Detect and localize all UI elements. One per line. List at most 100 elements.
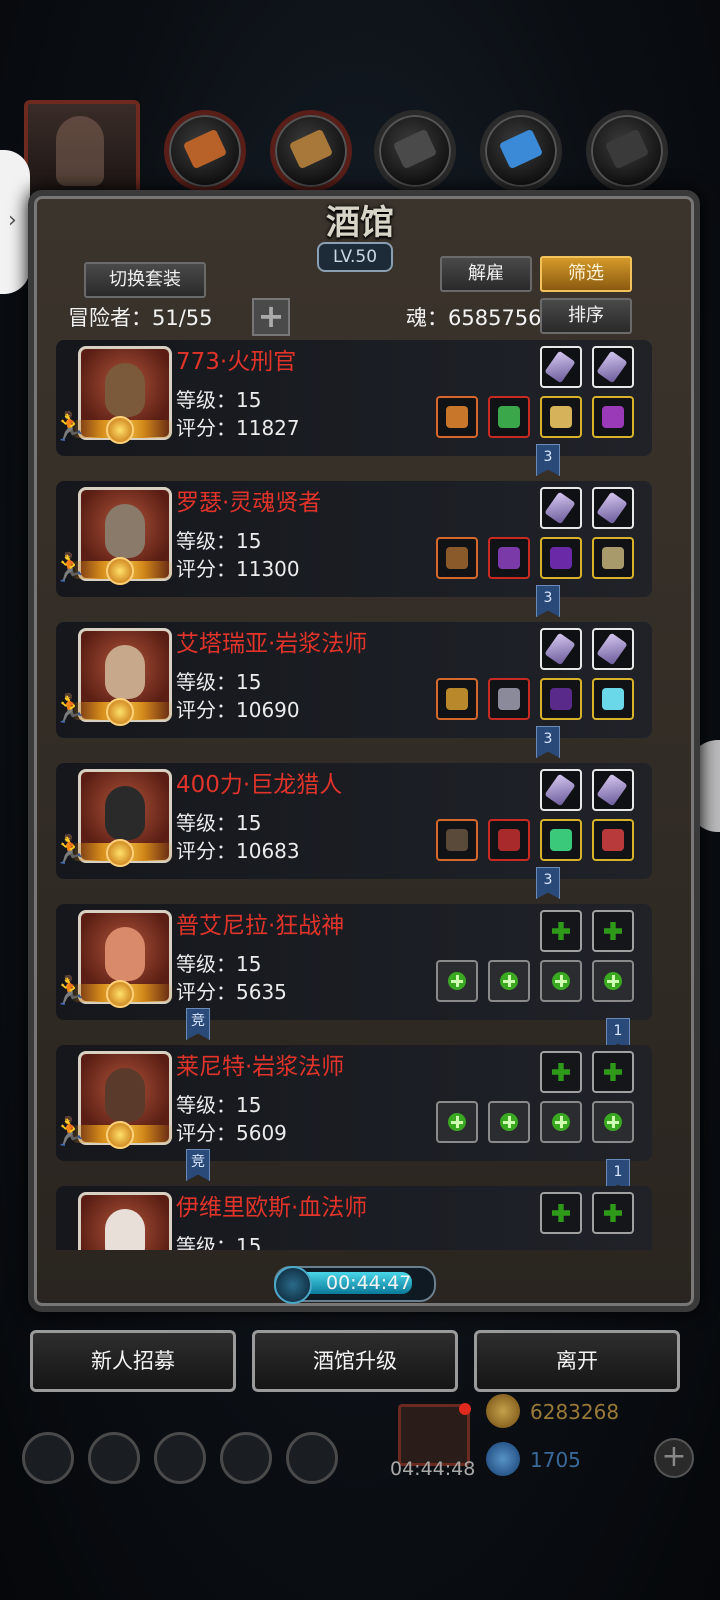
soul-count: 魂：6585756 xyxy=(406,306,542,330)
switch-set-button[interactable]: 切换套装 xyxy=(84,262,206,298)
equipment-slot[interactable] xyxy=(436,678,478,720)
equipment-slot[interactable] xyxy=(592,819,634,861)
hero-card[interactable]: 🏃 莱尼特·岩浆法师 等级：15 评分：5609 xyxy=(56,1045,652,1161)
hero-avatar[interactable] xyxy=(78,1192,172,1250)
adventure-status-icon: 🏃 xyxy=(56,833,87,866)
hero-score: 评分：5609 xyxy=(176,1121,287,1145)
adventure-status-icon: 🏃 xyxy=(56,410,87,443)
gift-timer: 04:44:48 xyxy=(390,1458,476,1480)
equipment-slot[interactable] xyxy=(436,819,478,861)
rune-slot[interactable] xyxy=(592,346,634,388)
crystal-icon[interactable] xyxy=(480,110,562,192)
equipment-slot[interactable] xyxy=(540,396,582,438)
gem-value: 1705 xyxy=(530,1448,581,1472)
rune-slot[interactable] xyxy=(540,346,582,388)
hero-level: 等级：15 xyxy=(176,388,262,412)
rune-slot[interactable] xyxy=(540,628,582,670)
player-portrait[interactable] xyxy=(24,100,140,204)
rune-slot[interactable] xyxy=(540,487,582,529)
hero-name: 400力·巨龙猎人 xyxy=(176,772,343,798)
hero-card[interactable]: 🏃 普艾尼拉·狂战神 等级：15 评分：5635 xyxy=(56,904,652,1020)
gold-value: 6283268 xyxy=(530,1400,620,1424)
equipment-slot[interactable] xyxy=(540,819,582,861)
hero-score: 评分：11300 xyxy=(176,557,300,581)
adventure-status-icon: 🏃 xyxy=(56,551,87,584)
equipment-slot[interactable] xyxy=(592,537,634,579)
hero-card[interactable]: 🏃伊维里欧斯·血法师 等级：15 xyxy=(56,1186,652,1250)
tier-flag: 3 xyxy=(536,726,560,758)
tavern-level-badge: LV.50 xyxy=(317,242,393,272)
hero-card[interactable]: 🏃 艾塔瑞亚·岩浆法师 等级：15 评分：10690 xyxy=(56,622,652,738)
adventurer-count: 冒险者：51/55 xyxy=(68,306,213,330)
equipment-slot[interactable] xyxy=(488,678,530,720)
rune-slot[interactable] xyxy=(592,487,634,529)
empty-rune-slot[interactable] xyxy=(540,1192,582,1234)
hero-card[interactable]: 🏃 罗瑟·灵魂贤者 等级：15 评分：11300 xyxy=(56,481,652,597)
equipment-slot[interactable] xyxy=(436,537,478,579)
empty-equipment-slot[interactable] xyxy=(436,1101,478,1143)
equipment-slot[interactable] xyxy=(540,537,582,579)
mail-icon[interactable] xyxy=(220,1432,272,1484)
gold-icon xyxy=(486,1394,520,1428)
tier-flag: 竞 xyxy=(186,1008,210,1040)
equipment-slot[interactable] xyxy=(488,819,530,861)
equipment-slot[interactable] xyxy=(592,396,634,438)
panel-title: 酒馆 xyxy=(326,203,394,243)
filter-button[interactable]: 筛选 xyxy=(540,256,632,292)
recruit-button[interactable]: 新人招募 xyxy=(30,1330,236,1392)
empty-equipment-slot[interactable] xyxy=(540,960,582,1002)
rune-slot[interactable] xyxy=(592,628,634,670)
forge-icon[interactable] xyxy=(374,110,456,192)
chevron-right-icon: › xyxy=(8,208,17,233)
empty-rune-slot[interactable] xyxy=(592,1051,634,1093)
menu-icon-1[interactable] xyxy=(22,1432,74,1484)
hero-level: 等级：15 xyxy=(176,1093,262,1117)
rank-emblem-icon xyxy=(106,698,134,726)
empty-equipment-slot[interactable] xyxy=(488,1101,530,1143)
equipment-slot[interactable] xyxy=(540,678,582,720)
empty-equipment-slot[interactable] xyxy=(592,960,634,1002)
rank-emblem-icon xyxy=(106,1121,134,1149)
equipment-slot[interactable] xyxy=(488,396,530,438)
empty-equipment-slot[interactable] xyxy=(436,960,478,1002)
menu-icon-5[interactable] xyxy=(286,1432,338,1484)
adventure-status-icon: 🏃 xyxy=(56,692,87,725)
hero-level: 等级：15 xyxy=(176,811,262,835)
hero-level: 等级：15 xyxy=(176,529,262,553)
armor-shop-icon[interactable] xyxy=(164,110,246,192)
scroll-icon[interactable] xyxy=(270,110,352,192)
leave-button[interactable]: 离开 xyxy=(474,1330,680,1392)
expand-capacity-button[interactable]: + xyxy=(252,298,290,336)
rune-slot[interactable] xyxy=(540,769,582,811)
empty-equipment-slot[interactable] xyxy=(488,960,530,1002)
hero-card[interactable]: 🏃 773·火刑官 等级：15 评分：11827 xyxy=(56,340,652,456)
empty-rune-slot[interactable] xyxy=(540,1051,582,1093)
empty-rune-slot[interactable] xyxy=(592,1192,634,1234)
tier-flag: 3 xyxy=(536,444,560,476)
hero-score: 评分：5635 xyxy=(176,980,287,1004)
equipment-slot[interactable] xyxy=(592,678,634,720)
gift-icon[interactable] xyxy=(398,1403,471,1466)
hero-card[interactable]: 🏃 400力·巨龙猎人 等级：15 评分：10683 xyxy=(56,763,652,879)
hero-level: 等级：15 xyxy=(176,670,262,694)
menu-icon-3[interactable] xyxy=(154,1432,206,1484)
adventure-status-icon: 🏃 xyxy=(56,974,87,1007)
rune-slot[interactable] xyxy=(592,769,634,811)
equipment-slot[interactable] xyxy=(436,396,478,438)
anvil-icon[interactable] xyxy=(586,110,668,192)
sort-button[interactable]: 排序 xyxy=(540,298,632,334)
dismiss-button[interactable]: 解雇 xyxy=(440,256,532,292)
empty-equipment-slot[interactable] xyxy=(540,1101,582,1143)
side-drawer-tab[interactable]: › xyxy=(0,150,30,294)
empty-equipment-slot[interactable] xyxy=(592,1101,634,1143)
add-currency-button[interactable]: + xyxy=(654,1438,694,1478)
empty-rune-slot[interactable] xyxy=(540,910,582,952)
equipment-slot[interactable] xyxy=(488,537,530,579)
hero-name: 罗瑟·灵魂贤者 xyxy=(176,490,322,516)
adventure-status-icon: 🏃 xyxy=(56,1115,87,1148)
hero-list[interactable]: 🏃 773·火刑官 等级：15 评分：11827 3 🏃 罗瑟·灵魂贤者 等级：15… xyxy=(56,340,652,1250)
menu-icon-2[interactable] xyxy=(88,1432,140,1484)
empty-rune-slot[interactable] xyxy=(592,910,634,952)
upgrade-tavern-button[interactable]: 酒馆升级 xyxy=(252,1330,458,1392)
tavern-timer: 00:44:47 xyxy=(274,1266,436,1304)
